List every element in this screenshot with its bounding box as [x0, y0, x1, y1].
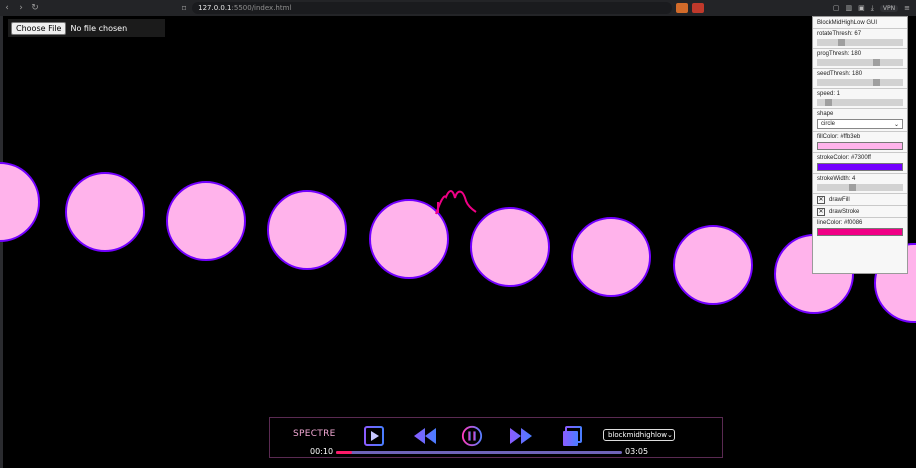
sidebar-icon[interactable]: ▥ [846, 4, 853, 12]
circle-shape [0, 162, 40, 242]
draw-fill-checkbox[interactable]: ✕ [817, 195, 825, 204]
total-time: 03:05 [625, 447, 649, 456]
prog-thresh-slider[interactable] [817, 59, 903, 66]
draw-stroke-control[interactable]: ✕ drawStroke [813, 206, 907, 218]
back-icon[interactable]: ‹ [0, 3, 14, 13]
browser-toolbar: ‹ › ↻ ⌑ 127.0.0.1 :5500/index.html ▢ ▥ ▣… [0, 0, 916, 16]
shape-value: circle [821, 121, 836, 127]
speed-slider[interactable] [817, 99, 903, 106]
pause-icon[interactable] [460, 425, 484, 447]
fast-forward-icon[interactable] [508, 425, 534, 447]
chevron-down-icon: ⌄ [893, 121, 899, 128]
fill-color-control: fillColor: #ffb3eb [813, 132, 907, 153]
shape-select[interactable]: circle ⌄ [817, 119, 903, 129]
shape-control: shape circle ⌄ [813, 109, 907, 132]
url-path: :5500/index.html [231, 4, 292, 12]
play-in-box-icon[interactable] [363, 425, 385, 447]
circle-shape [65, 172, 145, 252]
brand-label: SPECTRE [293, 429, 336, 439]
draw-fill-label: drawFill [829, 196, 850, 203]
circle-shape [571, 217, 651, 297]
rotate-thresh-control: rotateThresh: 67 [813, 29, 907, 49]
current-time: 00:10 [310, 447, 334, 456]
prog-thresh-control: progThresh: 180 [813, 49, 907, 69]
forward-icon[interactable]: › [14, 3, 28, 13]
rotate-thresh-label: rotateThresh: 67 [817, 31, 862, 37]
draw-stroke-checkbox[interactable]: ✕ [817, 207, 825, 216]
brave-rewards-icon[interactable] [692, 3, 705, 13]
seed-thresh-label: seedThresh: 180 [817, 71, 863, 77]
fullscreen-icon[interactable] [560, 425, 584, 447]
chevron-down-icon: ⌄ [667, 431, 673, 439]
preset-select[interactable]: blockmidhighlow ⌄ [603, 429, 675, 441]
stroke-color-control: strokeColor: #7300ff [813, 153, 907, 174]
line-color-label: lineColor: #f0086 [817, 220, 863, 226]
file-input: Choose File No file chosen [8, 19, 165, 37]
stroke-width-label: strokeWidth: 4 [817, 176, 856, 182]
stroke-width-slider[interactable] [817, 184, 903, 191]
scribble-line [435, 190, 477, 215]
file-status: No file chosen [70, 23, 128, 33]
gui-panel: BlockMidHighLow GUI rotateThresh: 67 pro… [812, 16, 908, 274]
line-color-control: lineColor: #f0086 [813, 218, 907, 238]
circle-shape [267, 190, 347, 270]
gui-title: BlockMidHighLow GUI [813, 17, 907, 29]
slider-thumb[interactable] [824, 99, 832, 106]
seed-thresh-slider[interactable] [817, 79, 903, 86]
stroke-color-swatch[interactable] [817, 163, 903, 171]
speed-label: speed: 1 [817, 91, 841, 97]
draw-fill-control[interactable]: ✕ drawFill [813, 194, 907, 206]
prog-thresh-label: progThresh: 180 [817, 51, 862, 57]
circle-group [0, 162, 916, 323]
stroke-width-control: strokeWidth: 4 [813, 174, 907, 194]
circle-shape [673, 225, 753, 305]
choose-file-button[interactable]: Choose File [11, 21, 67, 35]
player-bar: SPECTRE blockmidhighlow ⌄ 00:10 03:05 [269, 417, 723, 458]
progress-track[interactable] [336, 451, 622, 454]
circle-shape [470, 207, 550, 287]
preset-value: blockmidhighlow [608, 431, 667, 439]
rewind-icon[interactable] [412, 425, 438, 447]
speed-control: speed: 1 [813, 89, 907, 109]
seed-thresh-control: seedThresh: 180 [813, 69, 907, 89]
slider-thumb[interactable] [872, 79, 880, 86]
wallet-icon[interactable]: ▣ [858, 4, 865, 12]
extensions-icon[interactable]: ▢ [833, 4, 840, 12]
reload-icon[interactable]: ↻ [28, 3, 42, 13]
download-icon[interactable]: ⤓ [871, 4, 874, 13]
stroke-color-label: strokeColor: #7300ff [817, 155, 871, 161]
fill-color-label: fillColor: #ffb3eb [817, 134, 861, 140]
draw-stroke-label: drawStroke [829, 208, 860, 215]
slider-thumb[interactable] [872, 59, 880, 66]
slider-thumb[interactable] [837, 39, 845, 46]
vpn-button[interactable]: VPN [879, 4, 899, 12]
rotate-thresh-slider[interactable] [817, 39, 903, 46]
shape-label: shape [817, 111, 834, 117]
slider-thumb[interactable] [848, 184, 856, 191]
menu-icon[interactable]: ≡ [904, 4, 910, 12]
line-color-swatch[interactable] [817, 228, 903, 236]
fill-color-swatch[interactable] [817, 142, 903, 150]
url-host: 127.0.0.1 [198, 4, 232, 12]
visualizer-canvas [0, 162, 916, 323]
brave-shield-icon[interactable] [676, 3, 689, 13]
bookmark-icon[interactable]: ⌑ [182, 4, 186, 13]
circle-shape [166, 181, 246, 261]
address-bar[interactable]: 127.0.0.1 :5500/index.html [192, 2, 673, 14]
progress-fill [336, 451, 352, 454]
